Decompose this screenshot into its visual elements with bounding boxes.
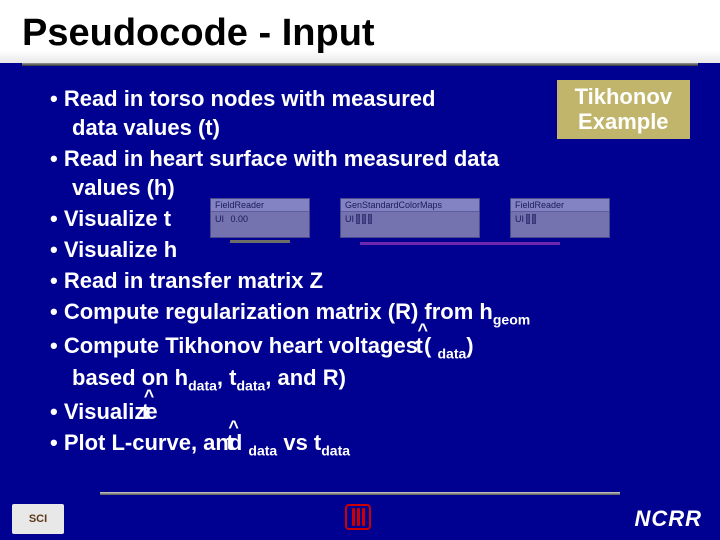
- slide-title: Pseudocode - Input: [0, 0, 720, 63]
- panel-label: GenStandardColorMaps: [341, 199, 479, 212]
- sub: data: [321, 442, 350, 458]
- example-badge: Tikhonov Example: [557, 80, 690, 139]
- t: values (h): [72, 175, 175, 200]
- bullet-5: Read in transfer matrix Z: [50, 266, 690, 295]
- utah-icon: [345, 504, 371, 530]
- t: Read in torso nodes with measured: [64, 86, 436, 111]
- bullet-6: Compute regularization matrix (R) from h…: [50, 297, 690, 329]
- ui-tag: UI: [215, 214, 224, 224]
- panel-label: FieldReader: [211, 199, 309, 212]
- sub: data: [236, 377, 265, 393]
- wire: [360, 242, 560, 245]
- sub: data: [248, 442, 277, 458]
- t: , and R): [265, 365, 346, 390]
- bullet-8: Visualize t: [50, 397, 690, 426]
- t: , t: [217, 365, 237, 390]
- module-diagram: FieldReader UI 0.00 GenStandardColorMaps…: [210, 198, 610, 254]
- t: vs t: [277, 430, 321, 455]
- panel-fieldreader-2: FieldReader UI: [510, 198, 610, 238]
- sub: data: [437, 345, 466, 361]
- footer: SCI NCRR: [0, 492, 720, 540]
- sub: geom: [493, 312, 530, 328]
- panel-fieldreader-1: FieldReader UI 0.00: [210, 198, 310, 238]
- bullet-9: Plot L-curve, and tdata vs tdata: [50, 428, 690, 460]
- badge-line1: Tikhonov: [575, 84, 672, 109]
- t: Read in heart surface with measured data: [64, 146, 499, 171]
- ui-tag: UI: [515, 214, 524, 224]
- t: data values (t): [72, 115, 220, 140]
- bullet-2: Read in heart surface with measured data…: [50, 144, 690, 202]
- sci-logo: SCI: [12, 504, 64, 534]
- t: Compute regularization matrix (R) from h: [64, 299, 493, 324]
- panel-label: FieldReader: [511, 199, 609, 212]
- t: ): [466, 333, 473, 358]
- sub: data: [188, 377, 217, 393]
- ui-tag: UI: [345, 214, 354, 224]
- num-tag: 0.00: [231, 214, 249, 224]
- wire: [230, 240, 290, 243]
- footer-rule: [100, 492, 620, 495]
- panel-colormap: GenStandardColorMaps UI: [340, 198, 480, 238]
- bullet-list: Read in torso nodes with measured data va…: [50, 84, 690, 460]
- t: Plot L-curve, and: [64, 430, 249, 455]
- t: Compute Tikhonov heart voltages (: [64, 333, 438, 358]
- ncrr-label: NCRR: [634, 506, 702, 532]
- t: based on h: [72, 365, 188, 390]
- badge-line2: Example: [575, 109, 672, 134]
- content-area: Tikhonov Example FieldReader UI 0.00 Gen…: [0, 66, 720, 460]
